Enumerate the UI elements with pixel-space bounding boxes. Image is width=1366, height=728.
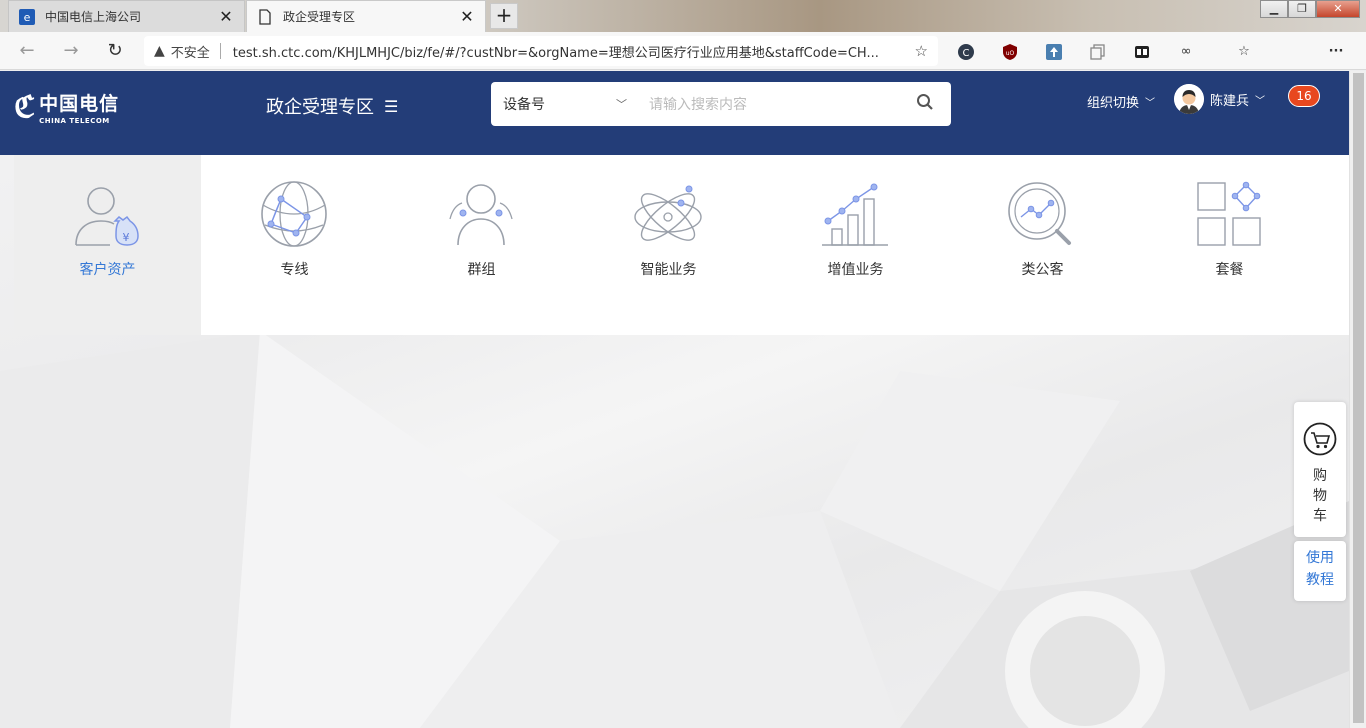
category-label: 客户资产 bbox=[79, 262, 136, 278]
window-close-button[interactable]: ✕ bbox=[1316, 0, 1360, 18]
cart-icon bbox=[1303, 422, 1337, 456]
user-menu[interactable]: 陈建兵 ﹀ bbox=[1174, 84, 1265, 114]
upload-extension-icon[interactable] bbox=[1045, 43, 1063, 61]
security-label: 不安全 bbox=[170, 45, 210, 61]
window-controls: ▁ ❐ ✕ bbox=[1260, 0, 1360, 18]
chevron-down-icon: ﹀ bbox=[616, 98, 627, 111]
cart-label-1: 购 bbox=[1313, 468, 1327, 484]
cart-label-3: 车 bbox=[1313, 508, 1327, 524]
category-group[interactable]: 群组 bbox=[388, 155, 575, 335]
close-tab-icon[interactable]: ✕ bbox=[459, 8, 475, 25]
search-box: 设备号 ﹀ bbox=[491, 82, 951, 126]
category-dedicated-line[interactable]: 专线 bbox=[201, 155, 388, 335]
category-panel: ¥ 客户资产 专线 群组 智能业务 增值业务 类公客 套餐 bbox=[14, 155, 1349, 335]
category-label: 增值业务 bbox=[827, 262, 884, 278]
menu-icon[interactable]: ☰ bbox=[384, 97, 398, 116]
category-label: 专线 bbox=[280, 262, 309, 278]
zone-title[interactable]: 政企受理专区 ☰ bbox=[266, 93, 398, 119]
search-icon[interactable] bbox=[899, 93, 951, 116]
svg-text:e: e bbox=[24, 11, 31, 24]
vertical-scrollbar[interactable] bbox=[1349, 71, 1366, 728]
reload-icon[interactable]: ↻ bbox=[104, 40, 126, 62]
page-viewport: ℭ 中国电信 CHINA TELECOM 政企受理专区 ☰ 设备号 ﹀ 组织切换… bbox=[0, 71, 1349, 728]
category-label: 套餐 bbox=[1215, 262, 1244, 278]
group-icon bbox=[449, 184, 513, 246]
magnifier-chart-icon bbox=[1008, 182, 1071, 245]
logo-en-text: CHINA TELECOM bbox=[39, 117, 110, 125]
category-label: 群组 bbox=[467, 262, 496, 278]
atom-icon bbox=[634, 185, 702, 241]
tutorial-label-1: 使用 bbox=[1306, 550, 1334, 566]
telecom-logo-icon: ℭ bbox=[14, 89, 36, 125]
china-telecom-favicon-icon: e bbox=[19, 8, 35, 25]
favorites-list-icon[interactable]: ☆ bbox=[1235, 43, 1253, 61]
category-label: 类公客 bbox=[1021, 262, 1064, 278]
extension-c-icon[interactable]: C bbox=[957, 43, 975, 61]
ublock-icon[interactable]: uO bbox=[1001, 43, 1019, 61]
close-tab-icon[interactable]: ✕ bbox=[218, 8, 234, 25]
tutorial-button[interactable]: 使用 教程 bbox=[1294, 541, 1346, 601]
org-switch-label: 组织切换 bbox=[1087, 96, 1140, 111]
copy-extension-icon[interactable] bbox=[1089, 43, 1107, 61]
minimize-button[interactable]: ▁ bbox=[1260, 0, 1288, 18]
tab-title: 中国电信上海公司 bbox=[45, 10, 142, 24]
category-value-added[interactable]: 增值业务 bbox=[762, 155, 949, 335]
browser-toolbar: ← → ↻ ▲ 不安全 test.sh.ctc.com/KHJLMHJC/biz… bbox=[0, 32, 1366, 70]
address-bar[interactable]: ▲ 不安全 test.sh.ctc.com/KHJLMHJC/biz/fe/#/… bbox=[144, 36, 938, 66]
bar-chart-icon bbox=[822, 183, 888, 246]
svg-text:C: C bbox=[963, 48, 970, 59]
category-label: 智能业务 bbox=[640, 262, 697, 278]
chevron-down-icon: ﹀ bbox=[1145, 98, 1156, 109]
infinity-extension-icon[interactable]: ∞ bbox=[1177, 43, 1195, 61]
url-text[interactable]: test.sh.ctc.com/KHJLMHJC/biz/fe/#/?custN… bbox=[233, 42, 909, 61]
chevron-down-icon: ﹀ bbox=[1255, 95, 1266, 107]
new-tab-button[interactable]: + bbox=[490, 3, 518, 29]
category-package[interactable]: 套餐 bbox=[1136, 155, 1323, 335]
search-type-select[interactable]: 设备号 ﹀ bbox=[491, 94, 635, 114]
cart-label-2: 物 bbox=[1313, 488, 1327, 504]
package-grid-icon bbox=[1197, 181, 1261, 246]
svg-text:¥: ¥ bbox=[123, 231, 130, 244]
tutorial-label-2: 教程 bbox=[1306, 572, 1334, 588]
china-telecom-logo[interactable]: ℭ 中国电信 CHINA TELECOM bbox=[14, 89, 119, 126]
scrollbar-thumb[interactable] bbox=[1353, 73, 1364, 723]
document-icon bbox=[257, 8, 273, 25]
logo-cn-text: 中国电信 bbox=[39, 93, 120, 115]
tab-title: 政企受理专区 bbox=[283, 10, 356, 24]
divider bbox=[219, 43, 221, 59]
zone-title-text: 政企受理专区 bbox=[266, 97, 374, 118]
customer-asset-icon: ¥ bbox=[75, 187, 139, 246]
add-favorite-icon[interactable]: ☆ bbox=[915, 42, 928, 60]
warning-icon: ▲ bbox=[154, 43, 165, 59]
search-type-value: 设备号 bbox=[503, 97, 545, 113]
browser-tab-strip: e 中国电信上海公司 ✕ 政企受理专区 ✕ + ▁ ❐ ✕ bbox=[0, 0, 1366, 32]
org-switch-dropdown[interactable]: 组织切换 ﹀ bbox=[1087, 92, 1155, 111]
user-name: 陈建兵 bbox=[1210, 93, 1250, 109]
maximize-button[interactable]: ❐ bbox=[1288, 0, 1316, 18]
category-smart-business[interactable]: 智能业务 bbox=[575, 155, 762, 335]
browser-tab-telecom[interactable]: e 中国电信上海公司 ✕ bbox=[8, 0, 245, 32]
globe-icon bbox=[261, 181, 327, 247]
category-public-customer[interactable]: 类公客 bbox=[949, 155, 1136, 335]
forward-arrow-icon[interactable]: → bbox=[60, 40, 82, 62]
search-input[interactable] bbox=[635, 96, 899, 112]
avatar bbox=[1174, 84, 1204, 114]
shopping-cart-button[interactable]: 购 物 车 bbox=[1294, 402, 1346, 537]
more-menu-icon[interactable]: ··· bbox=[1327, 43, 1345, 61]
category-customer-asset[interactable]: ¥ 客户资产 bbox=[14, 155, 201, 335]
notification-badge[interactable]: 16 bbox=[1288, 85, 1320, 107]
reader-extension-icon[interactable] bbox=[1133, 43, 1151, 61]
browser-tab-zone[interactable]: 政企受理专区 ✕ bbox=[246, 0, 486, 32]
top-header: ℭ 中国电信 CHINA TELECOM 政企受理专区 ☰ 设备号 ﹀ 组织切换… bbox=[0, 71, 1349, 155]
svg-text:uO: uO bbox=[1006, 50, 1015, 57]
back-arrow-icon[interactable]: ← bbox=[16, 40, 38, 62]
logo-text: 中国电信 CHINA TELECOM bbox=[39, 89, 119, 125]
